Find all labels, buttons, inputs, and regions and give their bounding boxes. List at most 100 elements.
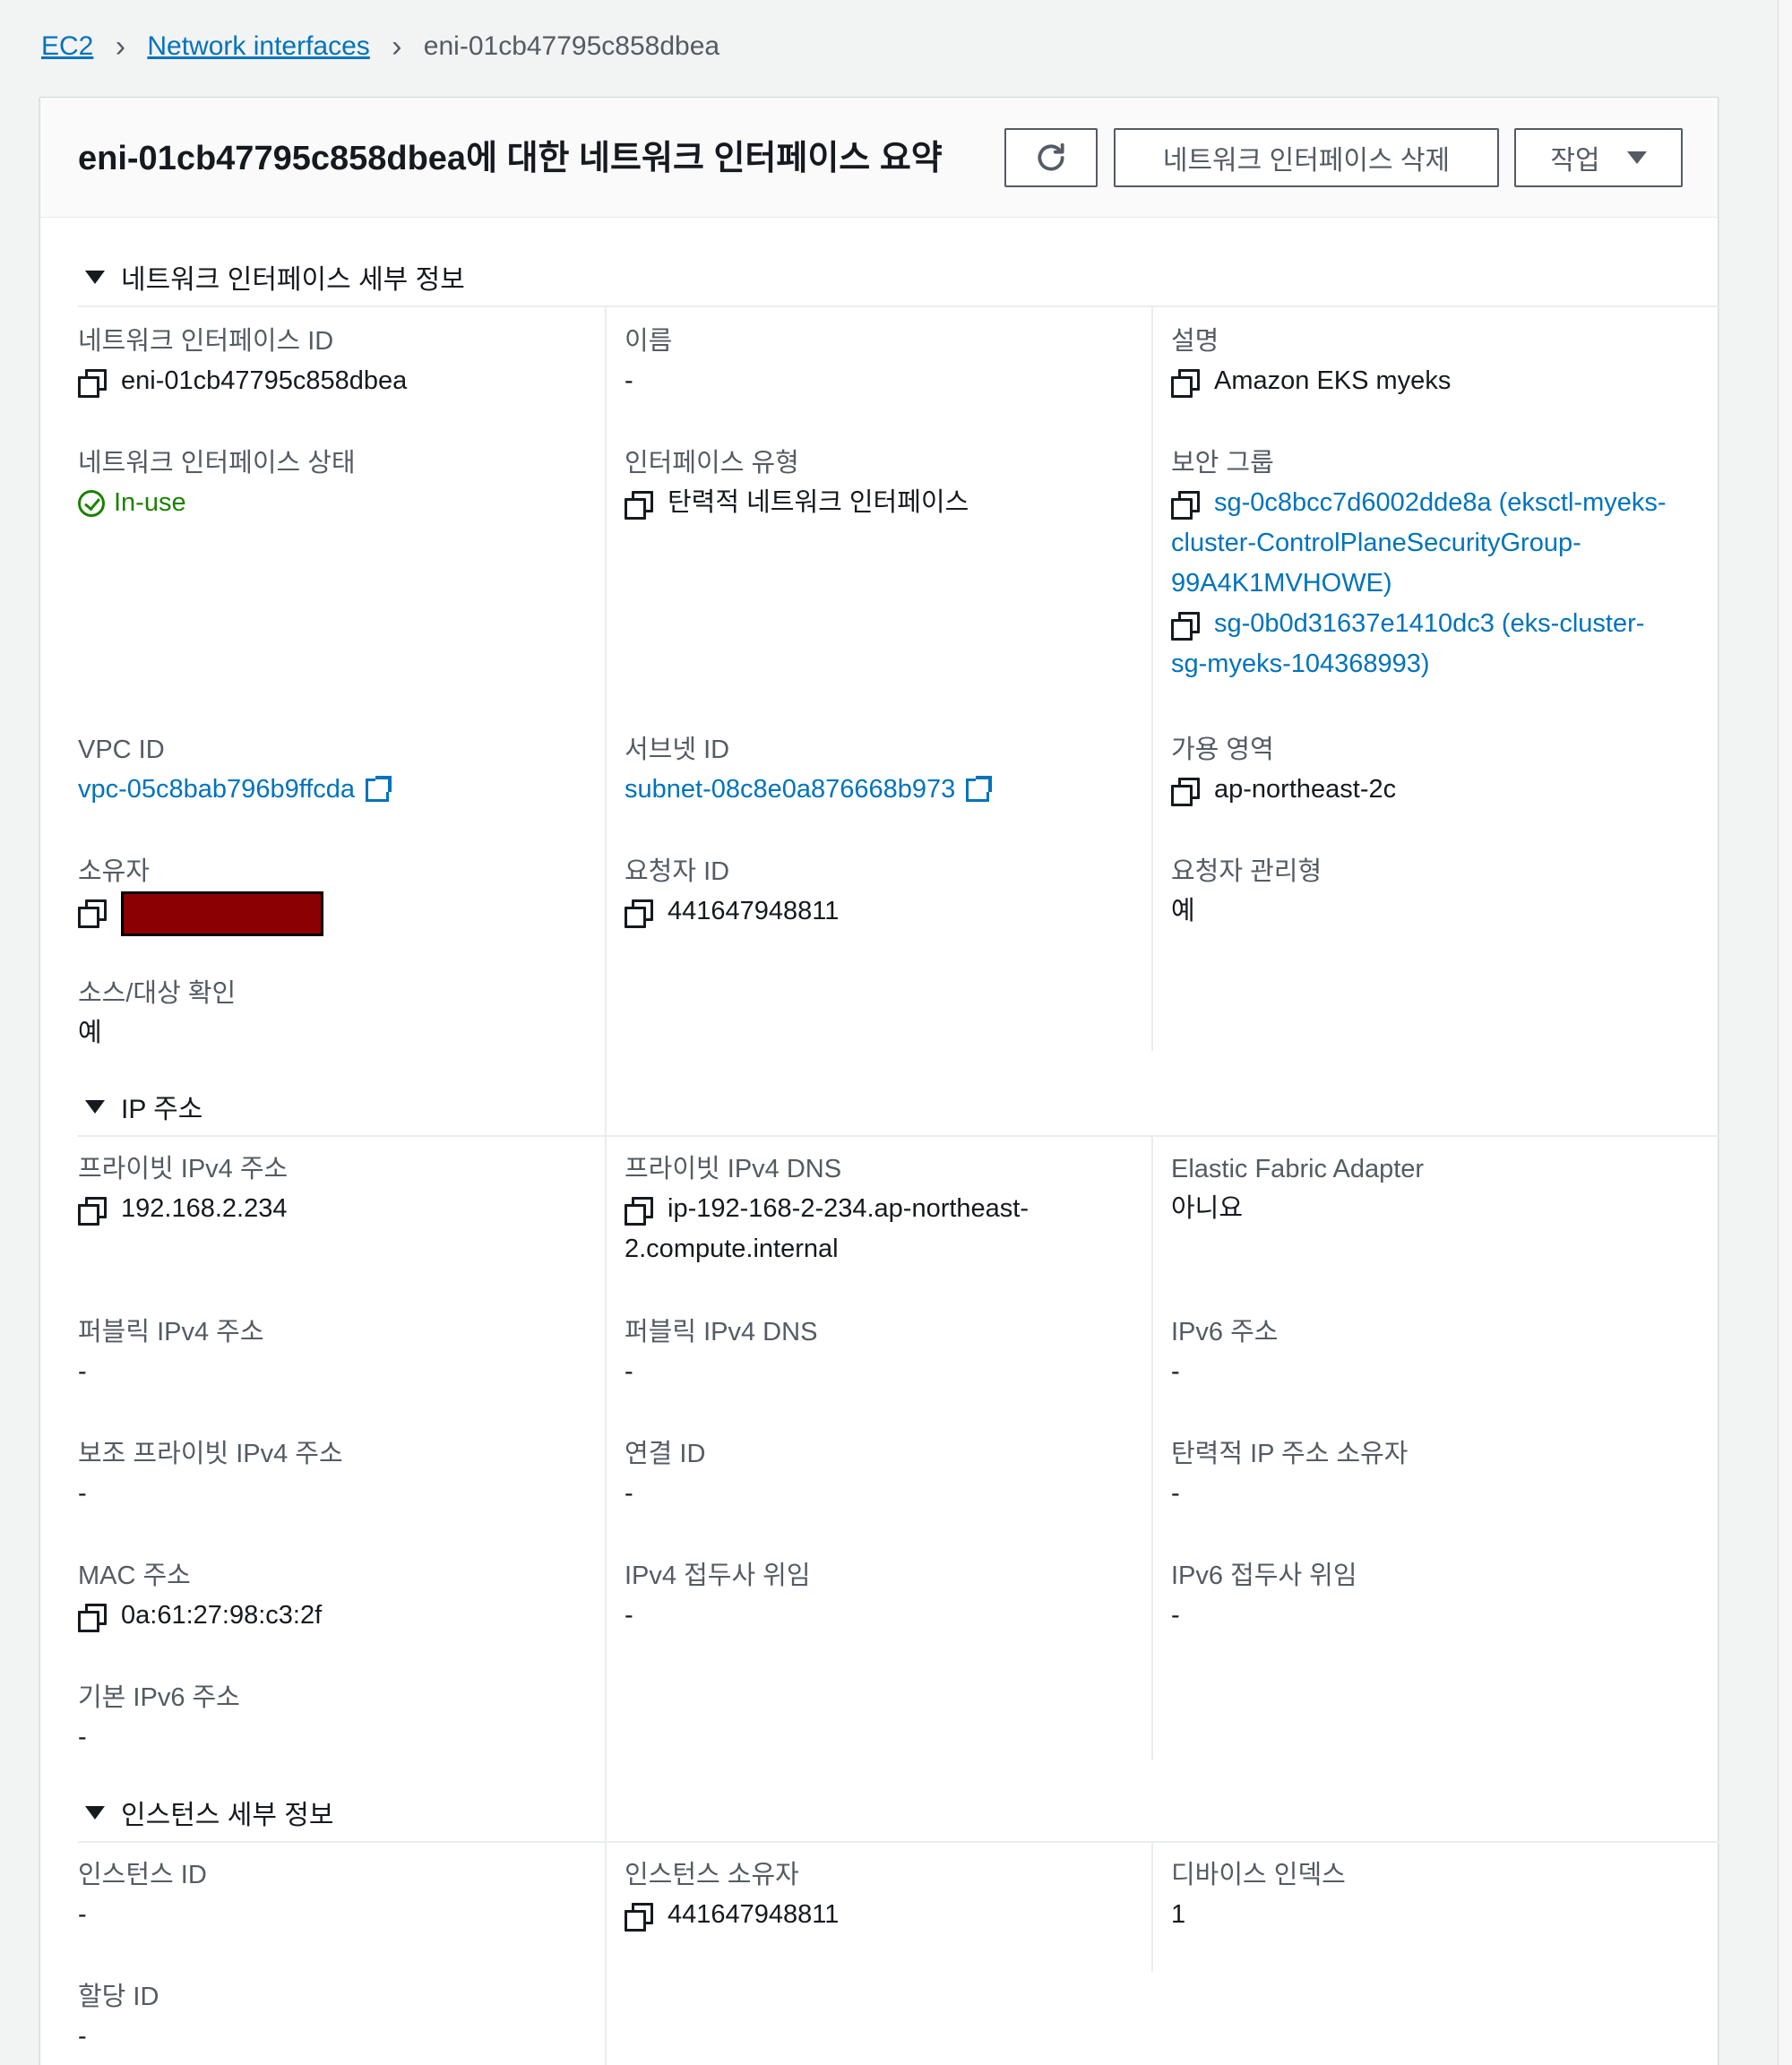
field-label: 인터페이스 유형 [625, 449, 799, 478]
eni-id-value: eni-01cb47795c858dbea [121, 366, 408, 395]
security-group-link[interactable]: sg-0b0d31637e1410dc3 (eks-cluster-sg-mye… [1171, 604, 1700, 684]
requester-managed-value: 예 [1171, 897, 1195, 925]
field-subnet-id: 서브넷 ID subnet-08c8e0a876668b973 [625, 730, 1153, 810]
eip-owner-value: - [1171, 1479, 1180, 1508]
refresh-icon [1038, 142, 1064, 171]
field-secondary-ipv4: 보조 프라이빗 IPv4 주소 - [78, 1434, 607, 1514]
delete-network-interface-button[interactable]: 네트워크 인터페이스 삭제 [1114, 128, 1499, 187]
field-label: 퍼블릭 IPv4 주소 [78, 1318, 264, 1347]
source-dest-check-value: 예 [78, 1019, 102, 1047]
breadcrumb-network-interfaces-link[interactable]: Network interfaces [147, 31, 369, 62]
field-association-id: 연결 ID - [625, 1434, 1153, 1514]
copy-icon[interactable] [625, 491, 653, 520]
field-label: 인스턴스 ID [78, 1861, 207, 1889]
section-toggle-ip[interactable]: IP 주소 [85, 1087, 202, 1126]
copy-icon[interactable] [1171, 778, 1200, 806]
ipv6-value: - [1171, 1357, 1180, 1386]
name-value: - [625, 366, 633, 395]
field-instance-id: 인스턴스 ID - [78, 1855, 607, 1935]
field-description: 설명 Amazon EKS myeks [1171, 322, 1700, 401]
field-label: IPv6 접두사 위임 [1171, 1562, 1357, 1590]
copy-icon[interactable] [78, 1197, 107, 1226]
actions-dropdown-button[interactable]: 작업 [1514, 128, 1683, 187]
caret-down-icon [1626, 151, 1647, 164]
field-requester-id: 요청자 ID 441647948811 [625, 852, 1153, 932]
ipv4-prefix-value: - [625, 1601, 633, 1630]
mac-value: 0a:61:27:98:c3:2f [121, 1601, 323, 1630]
field-source-dest-check: 소스/대상 확인 예 [78, 974, 607, 1054]
description-value: Amazon EKS myeks [1214, 366, 1452, 395]
public-dns-value: - [625, 1357, 633, 1386]
field-ipv6-prefix: IPv6 접두사 위임 - [1171, 1556, 1700, 1636]
copy-icon[interactable] [78, 369, 107, 398]
copy-icon[interactable] [625, 1197, 653, 1226]
section-divider [78, 305, 1719, 307]
section-divider [78, 1135, 1719, 1137]
copy-icon[interactable] [625, 1903, 653, 1932]
field-public-ipv4: 퍼블릭 IPv4 주소 - [78, 1312, 607, 1392]
chevron-right-icon: › [392, 29, 402, 64]
vpc-id-link[interactable]: vpc-05c8bab796b9ffcda [78, 770, 355, 810]
subnet-id-link[interactable]: subnet-08c8e0a876668b973 [625, 770, 955, 810]
public-ipv4-value: - [78, 1357, 87, 1386]
external-link-icon[interactable] [366, 776, 392, 802]
refresh-button[interactable] [1004, 128, 1098, 187]
field-label: 연결 ID [625, 1440, 706, 1468]
copy-icon[interactable] [78, 899, 107, 928]
field-label: 설명 [1171, 327, 1219, 356]
section-divider [78, 1841, 1719, 1843]
external-link-icon[interactable] [966, 776, 993, 802]
field-eni-id: 네트워크 인터페이스 ID eni-01cb47795c858dbea [78, 322, 607, 401]
private-dns-value: ip-192-168-2-234.ap-northeast- [668, 1194, 1030, 1223]
attachment-id-value: - [78, 2022, 87, 2051]
column-divider [1151, 307, 1153, 1051]
copy-icon[interactable] [1171, 491, 1200, 520]
page-scrollbar[interactable] [1778, 0, 1792, 2065]
field-owner: 소유자 [78, 852, 607, 936]
instance-owner-value: 441647948811 [668, 1900, 840, 1929]
copy-icon[interactable] [1171, 369, 1200, 398]
field-device-index: 디바이스 인덱스 1 [1171, 1855, 1700, 1935]
section-heading-ip: IP 주소 [121, 1095, 203, 1124]
actions-label: 작업 [1550, 146, 1600, 176]
field-private-ipv4: 프라이빗 IPv4 주소 192.168.2.234 [78, 1149, 607, 1229]
field-label: MAC 주소 [78, 1562, 191, 1590]
field-instance-owner: 인스턴스 소유자 441647948811 [625, 1855, 1153, 1935]
security-group-link[interactable]: sg-0c8bcc7d6002dde8a (eksctl-myeks-clust… [1171, 483, 1700, 604]
field-label: 소스/대상 확인 [78, 979, 237, 1008]
breadcrumb: EC2 › Network interfaces › eni-01cb47795… [41, 27, 719, 66]
interface-type-value: 탄력적 네트워크 인터페이스 [668, 488, 969, 517]
section-toggle-instance[interactable]: 인스턴스 세부 정보 [85, 1793, 333, 1832]
field-label: 프라이빗 IPv4 주소 [78, 1155, 289, 1183]
breadcrumb-current: eni-01cb47795c858dbea [423, 31, 720, 61]
field-label: 보조 프라이빗 IPv4 주소 [78, 1440, 343, 1468]
field-label: 소유자 [78, 857, 151, 886]
field-label: 프라이빗 IPv4 DNS [625, 1155, 842, 1183]
field-eip-owner: 탄력적 IP 주소 소유자 - [1171, 1434, 1700, 1514]
security-group-list: sg-0c8bcc7d6002dde8a (eksctl-myeks-clust… [1171, 483, 1700, 684]
status-value: In-use [114, 488, 186, 517]
availability-zone-value: ap-northeast-2c [1214, 775, 1397, 804]
field-private-dns: 프라이빗 IPv4 DNS ip-192-168-2-234.ap-northe… [625, 1149, 1153, 1269]
primary-ipv6-value: - [78, 1723, 87, 1751]
section-heading-instance: 인스턴스 세부 정보 [121, 1801, 334, 1830]
field-requester-managed: 요청자 관리형 예 [1171, 852, 1700, 932]
field-label: VPC ID [78, 736, 165, 764]
copy-icon[interactable] [1171, 612, 1200, 641]
field-label: 서브넷 ID [625, 736, 730, 764]
field-label: 네트워크 인터페이스 ID [78, 327, 334, 356]
breadcrumb-ec2-link[interactable]: EC2 [41, 31, 93, 62]
panel-header: eni-01cb47795c858dbea에 대한 네트워크 인터페이스 요약 … [40, 98, 1718, 218]
field-label: 요청자 관리형 [1171, 857, 1322, 886]
efa-value: 아니요 [1171, 1194, 1244, 1223]
field-interface-type: 인터페이스 유형 탄력적 네트워크 인터페이스 [625, 443, 1153, 523]
caret-down-icon [85, 270, 105, 284]
section-toggle-details[interactable]: 네트워크 인터페이스 세부 정보 [85, 257, 465, 297]
device-index-value: 1 [1171, 1900, 1186, 1929]
copy-icon[interactable] [78, 1604, 107, 1632]
field-status: 네트워크 인터페이스 상태 In-use [78, 443, 607, 523]
field-security-groups: 보안 그룹 sg-0c8bcc7d6002dde8a (eksctl-myeks… [1171, 443, 1700, 684]
copy-icon[interactable] [625, 899, 653, 928]
field-label: Elastic Fabric Adapter [1171, 1155, 1425, 1183]
field-vpc-id: VPC ID vpc-05c8bab796b9ffcda [78, 730, 607, 810]
